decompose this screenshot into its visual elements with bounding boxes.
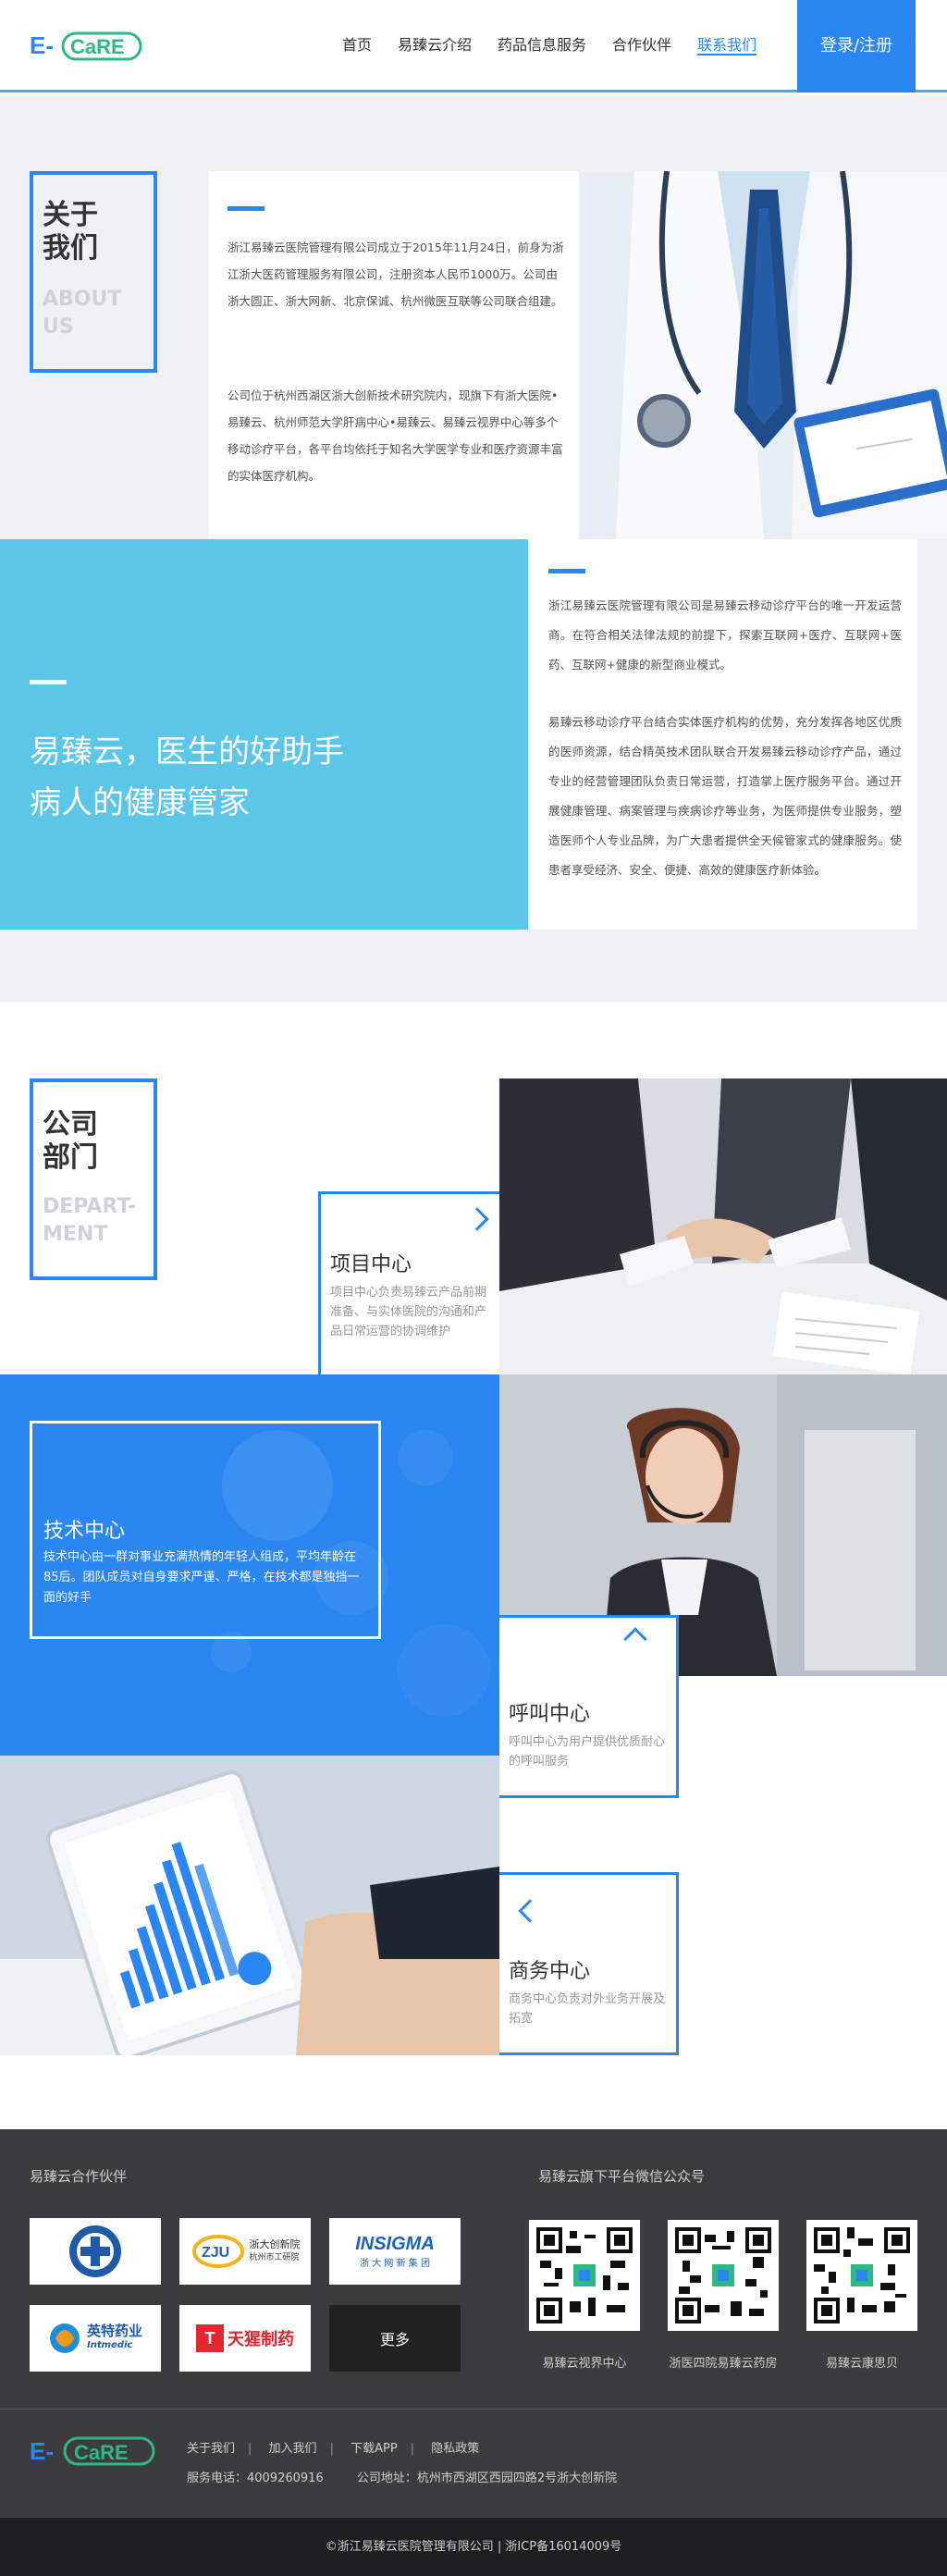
chevron-right-icon[interactable]: [465, 1207, 489, 1231]
department-title-box: 公司 部门 DEPART- MENT: [30, 1078, 157, 1280]
footer-link-privacy[interactable]: 隐私政策: [431, 2442, 479, 2456]
partner-intmedic-name: 英特药业: [86, 2323, 142, 2339]
qr-code-icon: [529, 2220, 640, 2331]
slogan-paragraph-2: 易臻云移动诊疗平台结合实体医疗机构的优势，充分发挥各地区优质的医师资源，结合精英…: [548, 715, 902, 877]
chevron-left-icon[interactable]: [518, 1899, 542, 1923]
partner-insigma-name: INSIGMA: [355, 2234, 435, 2254]
partner-zju-name: 浙大创新院: [249, 2238, 301, 2250]
footer-link-download[interactable]: 下载APP: [351, 2442, 398, 2456]
nav-home[interactable]: 首页: [342, 0, 372, 92]
qr-code-icon: [668, 2220, 779, 2331]
qr-code-icon: [806, 2220, 917, 2331]
slogan-panel: 易臻云，医生的好助手 病人的健康管家: [0, 539, 528, 930]
business-center-desc: 商务中心负责对外业务开展及拓宽: [509, 1992, 666, 2026]
tech-center-name: 技术中心: [43, 1520, 126, 1543]
more-partners-button[interactable]: 更多: [329, 2305, 461, 2372]
tech-center-desc: 技术中心由一群对事业充满热情的年轻人组成，平均年龄在85后。团队成员对自身要求严…: [43, 1550, 360, 1605]
qr-label-3: 易臻云康思贝: [825, 2357, 898, 2371]
project-center-desc: 项目中心负责易臻云产品前期准备、与实体医院的沟通和产品日常运营的协调维护: [330, 1286, 487, 1338]
footer-logo[interactable]: E- CaRE: [30, 2434, 159, 2468]
partner-insigma-logo[interactable]: INSIGMA 浙 大 网 新 集 团: [329, 2218, 461, 2285]
main-nav: 首页 易臻云介绍 药品信息服务 合作伙伴 联系我们: [342, 0, 782, 92]
department-title-en-2: MENT: [43, 1223, 108, 1246]
slogan-paragraph-1: 浙江易臻云医院管理有限公司是易臻云移动诊疗平台的唯一开发运营商。在符合相关法律法…: [548, 598, 902, 672]
partner-tianxing-name: 天猩制药: [228, 2330, 294, 2349]
qr-label-1: 易臻云视界中心: [542, 2357, 627, 2371]
about-paragraph-2: 公司位于杭州西湖区浙大创新技术研究院内，现旗下有浙大医院•易臻云、杭州师范大学肝…: [228, 388, 563, 483]
nav-about-platform[interactable]: 易臻云介绍: [398, 0, 472, 92]
partner-zju-sub: 杭州市工研院: [249, 2253, 300, 2262]
business-center-card[interactable]: 商务中心 商务中心负责对外业务开展及拓宽: [499, 1872, 679, 2055]
about-card: 浙江易臻云医院管理有限公司成立于2015年11月24日，前身为浙江浙大医药管理服…: [209, 171, 579, 539]
partner-zju-logo[interactable]: ZJU 浙大创新院 杭州市工研院: [179, 2218, 311, 2285]
about-title-box: 关于 我们 ABOUT US: [30, 171, 157, 373]
ecare-logo[interactable]: E- CaRE: [30, 28, 142, 63]
business-center-name: 商务中心: [509, 1960, 591, 1983]
partner-intmedic-logo[interactable]: 英特药业 Intmedic: [30, 2305, 161, 2372]
svg-text:E-: E-: [30, 2437, 54, 2465]
slogan-line-1: 易臻云，医生的好助手: [30, 733, 344, 770]
slogan-card: 浙江易臻云医院管理有限公司是易臻云移动诊疗平台的唯一开发运营商。在符合相关法律法…: [528, 539, 917, 930]
call-center-card[interactable]: 呼叫中心 呼叫中心为用户提供优质耐心的呼叫服务: [499, 1615, 679, 1798]
doctor-photo: [579, 171, 947, 539]
footer-phone: 服务电话：4009260916: [187, 2471, 324, 2485]
department-title-en-1: DEPART-: [43, 1195, 137, 1218]
partners-title: 易臻云合作伙伴: [30, 2168, 128, 2185]
svg-text:CaRE: CaRE: [74, 2441, 129, 2464]
nav-partners[interactable]: 合作伙伴: [612, 0, 671, 92]
about-title-en-2: US: [43, 315, 74, 339]
tech-center-box[interactable]: 技术中心 技术中心由一群对事业充满热情的年轻人组成，平均年龄在85后。团队成员对…: [30, 1421, 381, 1639]
about-title-en-1: ABOUT: [43, 288, 122, 311]
about-title-cn-2: 我们: [43, 232, 98, 265]
nav-contact[interactable]: 联系我们: [697, 0, 757, 92]
site-header: E- CaRE 首页 易臻云介绍 药品信息服务 合作伙伴 联系我们 登录/注册: [0, 0, 947, 92]
project-center-card[interactable]: 项目中心 项目中心负责易臻云产品前期准备、与实体医院的沟通和产品日常运营的协调维…: [318, 1191, 499, 1374]
svg-text:E-: E-: [30, 31, 54, 59]
footer-link-about[interactable]: 关于我们: [187, 2442, 235, 2456]
nav-drug-info[interactable]: 药品信息服务: [498, 0, 586, 92]
tech-center-panel: 技术中心 技术中心由一群对事业充满热情的年轻人组成，平均年龄在85后。团队成员对…: [0, 1374, 499, 1756]
footer-address: 公司地址：杭州市西湖区西园四路2号浙大创新院: [356, 2471, 618, 2485]
partner-tianxing-logo[interactable]: T 天猩制药: [179, 2305, 311, 2372]
department-title-cn-1: 公司: [43, 1108, 98, 1140]
footer-link-join[interactable]: 加入我们: [269, 2442, 317, 2456]
call-center-name: 呼叫中心: [509, 1703, 591, 1726]
login-register-button[interactable]: 登录/注册: [797, 0, 916, 92]
slogan-dash: [30, 680, 67, 684]
copyright-bar: ©浙江易臻云医院管理有限公司 | 浙ICP备16014009号: [0, 2518, 947, 2576]
site-footer: 易臻云合作伙伴 易臻云旗下平台微信公众号 ZJU 浙大创新院 杭州市工研院 IN…: [0, 2129, 947, 2518]
accent-dash: [228, 206, 264, 211]
project-center-name: 项目中心: [330, 1253, 412, 1276]
wechat-title: 易臻云旗下平台微信公众号: [538, 2168, 706, 2185]
accent-dash: [548, 569, 585, 573]
department-title-cn-2: 部门: [43, 1141, 98, 1174]
tablet-chart-photo: [0, 1756, 499, 2055]
call-center-desc: 呼叫中心为用户提供优质耐心的呼叫服务: [509, 1735, 666, 1769]
svg-text:ZJU: ZJU: [202, 2245, 229, 2261]
footer-links: 关于我们 | 加入我们 | 下载APP | 隐私政策: [187, 2442, 480, 2456]
partner-intmedic-sub: Intmedic: [86, 2340, 133, 2350]
footer-divider: [0, 2409, 947, 2410]
slogan-line-2: 病人的健康管家: [30, 784, 250, 821]
chevron-up-icon[interactable]: [623, 1627, 647, 1651]
about-title-cn-1: 关于: [43, 199, 98, 231]
about-paragraph-1: 浙江易臻云医院管理有限公司成立于2015年11月24日，前身为浙江浙大医药管理服…: [228, 240, 564, 308]
svg-text:CaRE: CaRE: [70, 35, 125, 58]
footer-contact: 服务电话：4009260916 公司地址：杭州市西湖区西园四路2号浙大创新院: [187, 2468, 617, 2485]
handshake-photo: [499, 1078, 947, 1374]
partner-hospital-logo[interactable]: [30, 2218, 161, 2285]
partner-insigma-sub: 浙 大 网 新 集 团: [360, 2259, 430, 2269]
qr-label-2: 浙医四院易臻云药房: [669, 2357, 778, 2371]
